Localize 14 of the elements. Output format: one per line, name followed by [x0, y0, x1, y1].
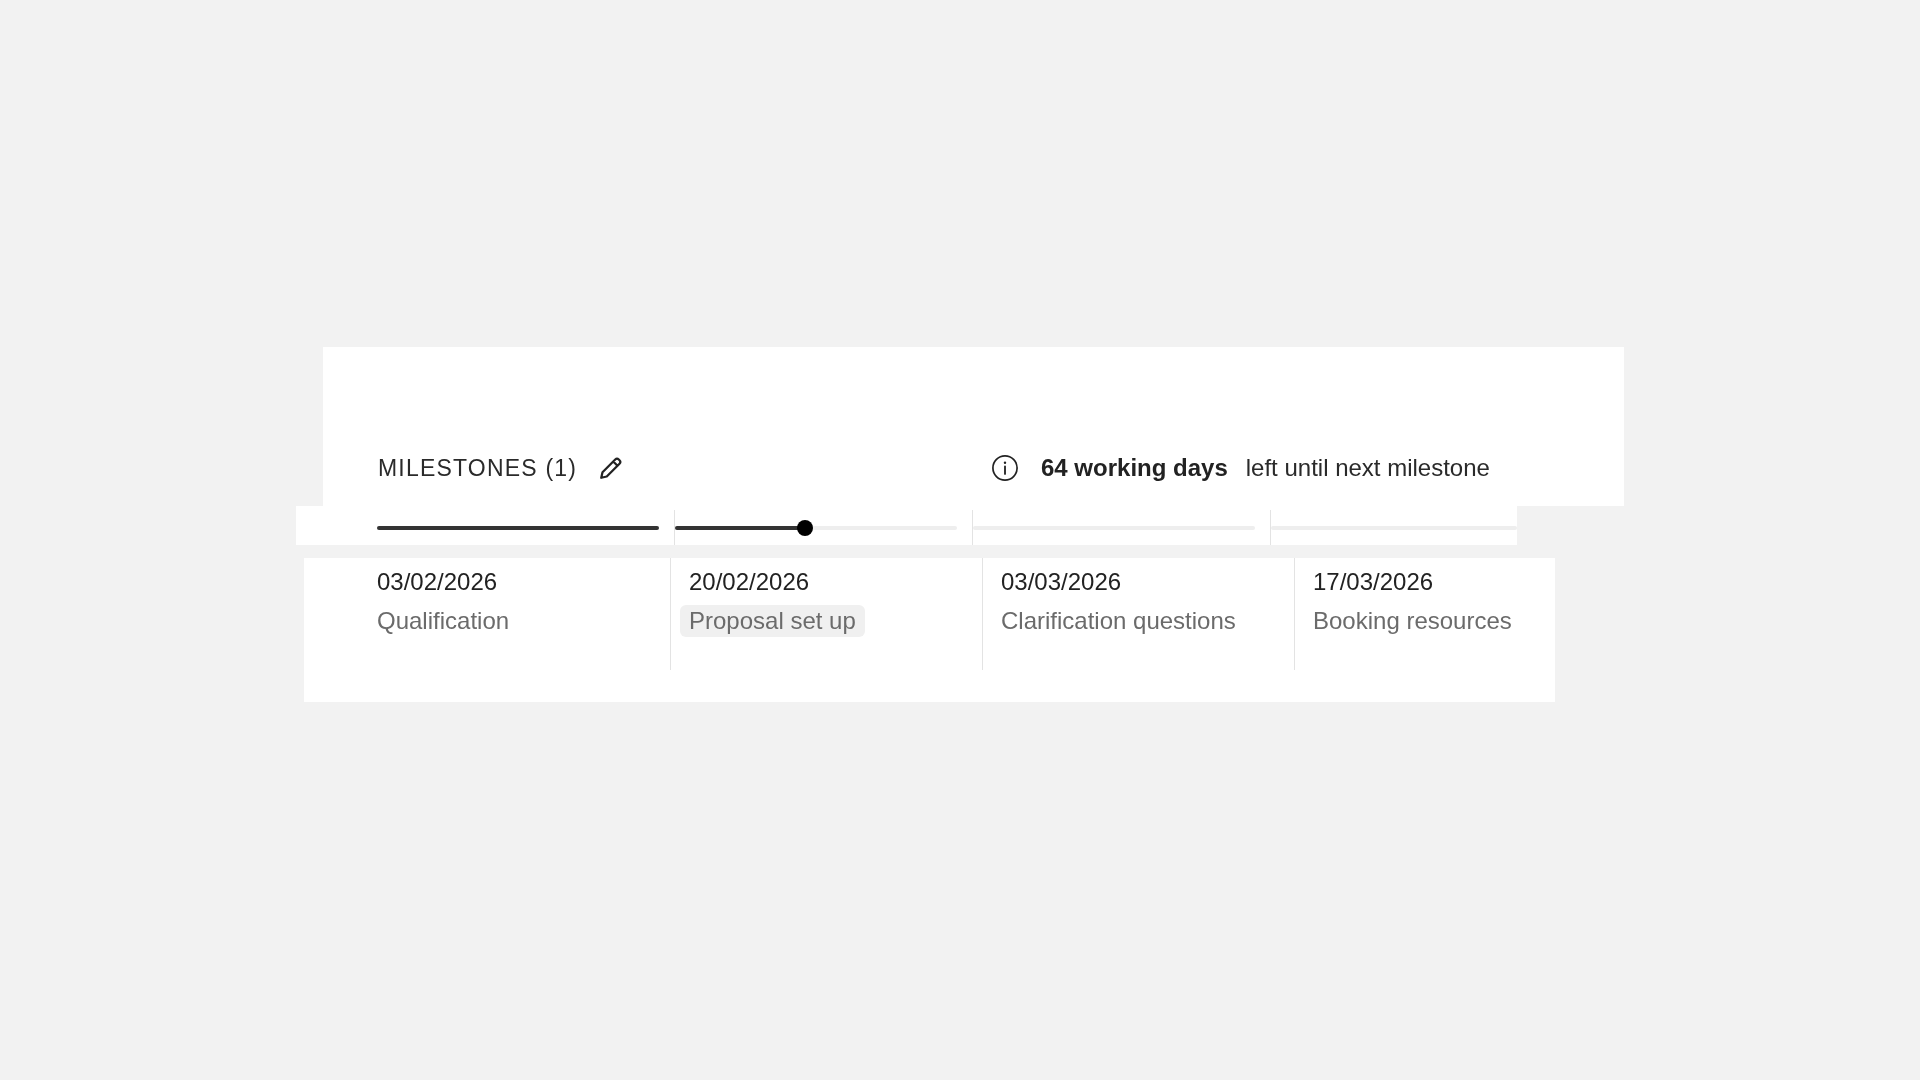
milestone-date: 03/03/2026: [1001, 567, 1122, 597]
milestone-date: 20/02/2026: [689, 567, 810, 597]
info-icon: [992, 455, 1018, 481]
milestone-name: Clarification questions: [1001, 606, 1236, 636]
pencil-icon: [600, 457, 623, 479]
info-text: left until next milestone: [1245, 453, 1490, 483]
milestone-name: Booking resources: [1313, 606, 1512, 636]
milestone-name: Qualification: [377, 606, 510, 636]
section-title: MILESTONES (1): [378, 454, 578, 483]
milestone-date: 17/03/2026: [1313, 567, 1434, 597]
edit-button[interactable]: [600, 457, 623, 479]
milestone-date: 03/02/2026: [377, 567, 498, 597]
milestone-name: Proposal set up: [680, 605, 865, 637]
working-days-count: 64 working days: [1041, 453, 1228, 483]
